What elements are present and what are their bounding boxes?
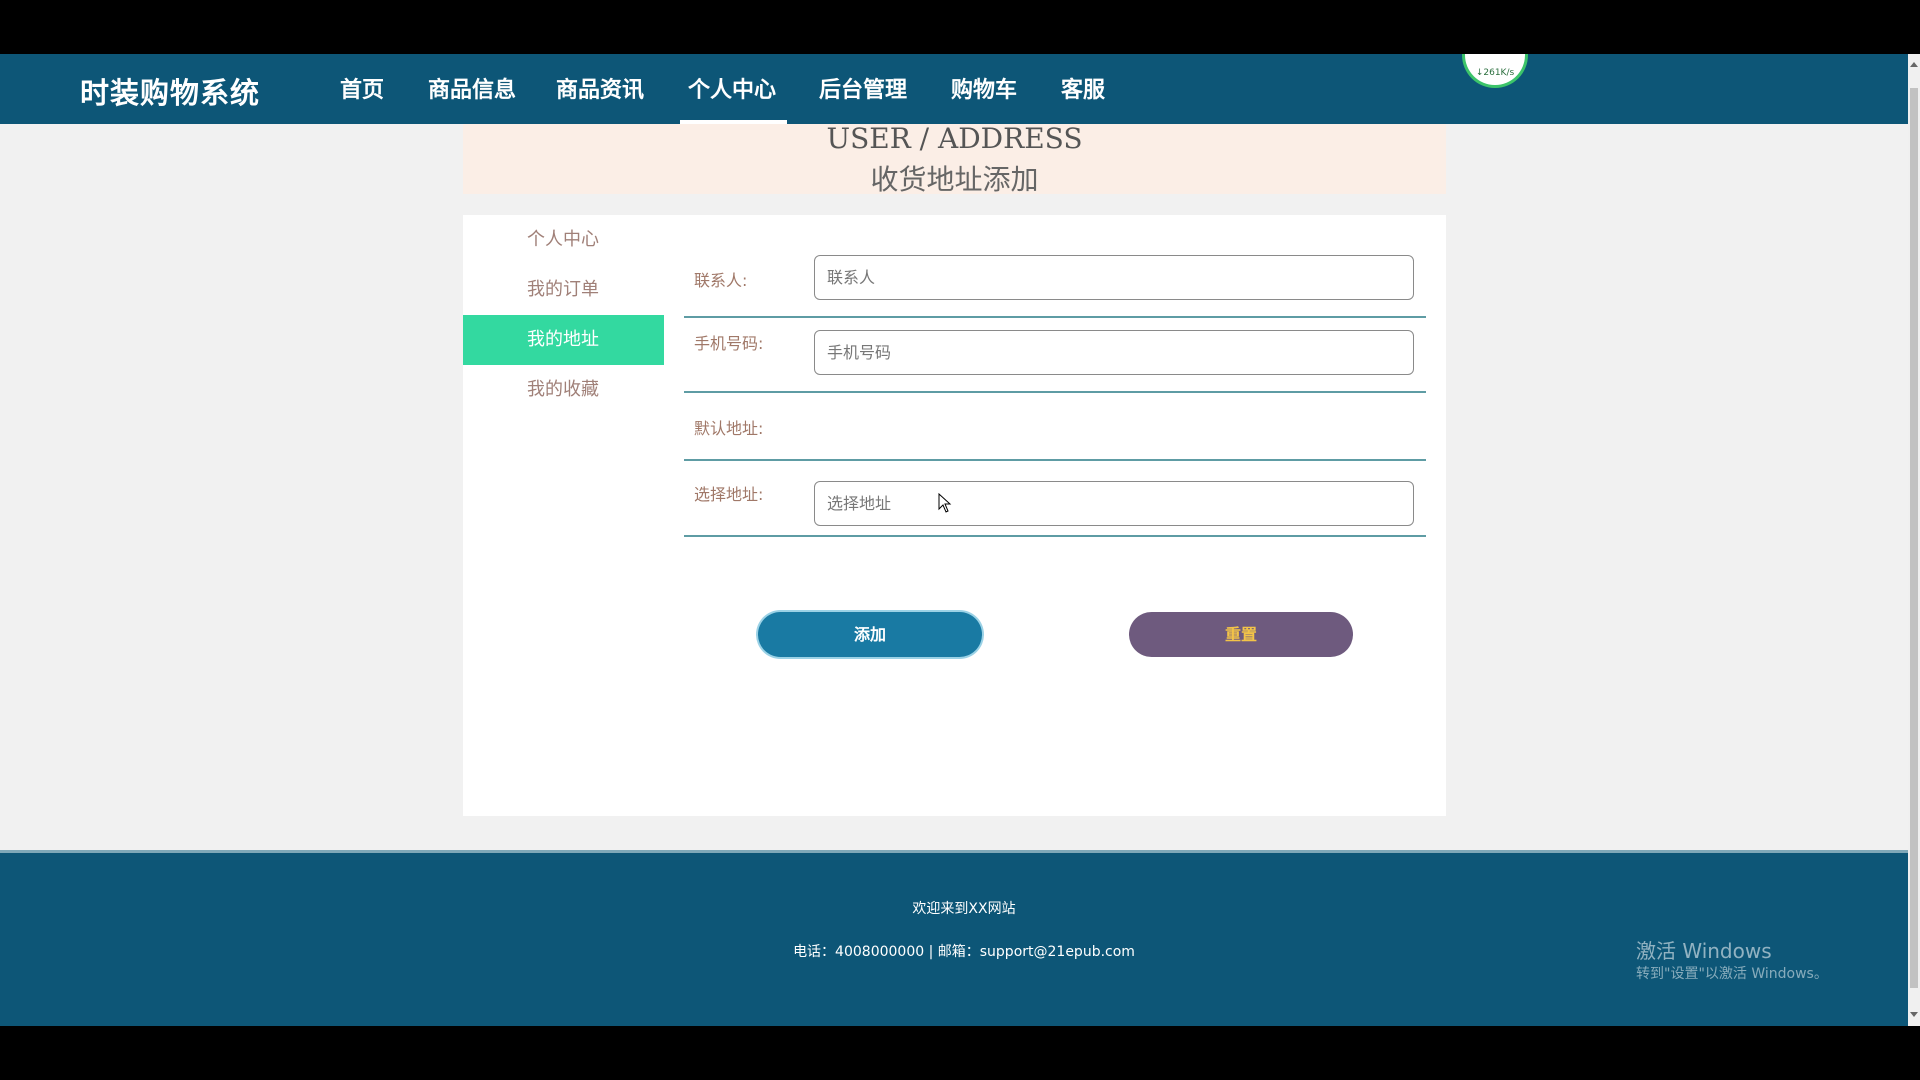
add-button[interactable]: 添加 — [758, 612, 982, 657]
nav-item-customer-service[interactable]: 客服 — [1061, 72, 1105, 104]
page-title-en: USER / ADDRESS — [826, 122, 1083, 155]
footer-contact: 电话：4008000000 | 邮箱：support@21epub.com — [793, 944, 1135, 960]
network-speed-widget[interactable]: ↓261K/s — [1462, 54, 1528, 88]
form-row-default-address: 默认地址: — [684, 393, 1426, 461]
nav-item-personal-center[interactable]: 个人中心 — [688, 72, 776, 104]
form-row-phone: 手机号码: — [684, 318, 1426, 393]
sidebar-item-personal-center[interactable]: 个人中心 — [463, 215, 664, 265]
scroll-down-icon[interactable] — [1910, 1012, 1918, 1017]
site-footer: 欢迎来到XX网站 电话：4008000000 | 邮箱：support@21ep… — [0, 850, 1908, 1026]
nav-item-products[interactable]: 商品信息 — [428, 72, 516, 104]
nav-item-home[interactable]: 首页 — [340, 72, 384, 104]
contact-label: 联系人: — [694, 271, 748, 290]
reset-button[interactable]: 重置 — [1129, 612, 1353, 657]
default-address-label: 默认地址: — [694, 419, 764, 438]
form-row-contact: 联系人: — [684, 255, 1426, 318]
browser-viewport: 时装购物系统 首页 商品信息 商品资讯 个人中心 后台管理 购物车 客服 ↓26… — [0, 54, 1920, 1026]
network-speed-text: ↓261K/s — [1475, 68, 1515, 78]
phone-input[interactable] — [814, 330, 1414, 375]
page-title-cn: 收货地址添加 — [870, 163, 1039, 196]
phone-label: 手机号码: — [694, 334, 764, 353]
page-header-banner: USER / ADDRESS 收货地址添加 — [463, 122, 1446, 196]
scroll-up-icon[interactable] — [1910, 62, 1918, 67]
site-brand[interactable]: 时装购物系统 — [80, 70, 260, 112]
sidebar-item-favorites[interactable]: 我的收藏 — [463, 365, 664, 415]
nav-item-cart[interactable]: 购物车 — [951, 72, 1017, 104]
address-form-card: 个人中心 我的订单 我的地址 我的收藏 联系人: 手机号码: 默认地址: 选择地… — [463, 215, 1446, 816]
nav-item-news[interactable]: 商品资讯 — [556, 72, 644, 104]
windows-activation-subtitle: 转到"设置"以激活 Windows。 — [1636, 966, 1828, 982]
sidebar-item-address[interactable]: 我的地址 — [463, 315, 664, 365]
mouse-cursor-icon — [938, 493, 952, 513]
sidebar-item-orders[interactable]: 我的订单 — [463, 265, 664, 315]
select-address-input[interactable] — [814, 481, 1414, 526]
nav-item-admin[interactable]: 后台管理 — [819, 72, 907, 104]
form-row-select-address: 选择地址: — [684, 461, 1426, 537]
letterbox-top — [0, 0, 1920, 54]
top-navbar: 时装购物系统 首页 商品信息 商品资讯 个人中心 后台管理 购物车 客服 ↓26… — [0, 54, 1908, 124]
page-scrollbar[interactable] — [1908, 54, 1920, 1026]
windows-activation-title: 激活 Windows — [1636, 939, 1772, 963]
select-address-label: 选择地址: — [694, 485, 764, 504]
letterbox-bottom — [0, 1026, 1920, 1080]
scroll-thumb[interactable] — [1910, 88, 1918, 988]
footer-welcome: 欢迎来到XX网站 — [912, 901, 1016, 917]
contact-input[interactable] — [814, 255, 1414, 300]
